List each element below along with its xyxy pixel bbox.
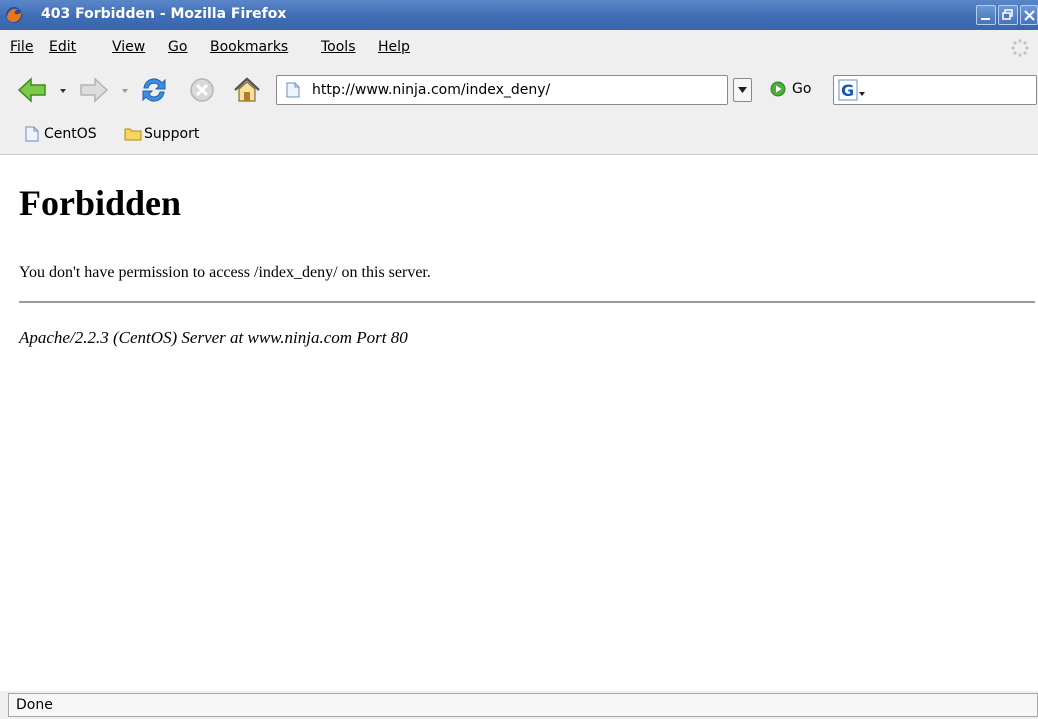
menu-file[interactable]: File [10, 39, 33, 55]
window-title: 403 Forbidden - Mozilla Firefox [41, 6, 287, 22]
status-bar: Done [0, 691, 1038, 719]
menu-help[interactable]: Help [378, 39, 410, 55]
status-text: Done [16, 697, 53, 713]
navigation-toolbar: http://www.ninja.com/index_deny/ Go G [0, 66, 1038, 114]
page-content: Forbidden You don't have permission to a… [0, 155, 1038, 691]
bookmarks-toolbar: CentOS Support [0, 114, 1038, 155]
firefox-logo-icon [6, 7, 22, 23]
minimize-icon [981, 18, 990, 20]
stop-icon[interactable] [186, 74, 218, 106]
divider [19, 301, 1035, 303]
menu-go[interactable]: Go [168, 39, 187, 55]
close-button[interactable] [1020, 5, 1038, 25]
page-heading: Forbidden [19, 183, 182, 223]
chevron-down-icon [738, 87, 747, 93]
title-bar: 403 Forbidden - Mozilla Firefox [0, 0, 1038, 30]
home-icon[interactable] [231, 74, 263, 106]
page-icon [25, 126, 39, 142]
menu-bar: File Edit View Go Bookmarks Tools Help [0, 30, 1038, 66]
folder-icon [124, 128, 142, 141]
svg-text:G: G [841, 81, 854, 100]
menu-bookmarks[interactable]: Bookmarks [210, 39, 288, 55]
minimize-button[interactable] [976, 5, 996, 25]
url-history-dropdown[interactable] [733, 78, 752, 102]
server-signature: Apache/2.2.3 (CentOS) Server at www.ninj… [19, 328, 408, 347]
status-panel: Done [8, 693, 1038, 717]
forward-dropdown-icon[interactable] [122, 88, 128, 94]
menu-view[interactable]: View [112, 39, 145, 55]
url-bar[interactable]: http://www.ninja.com/index_deny/ [276, 75, 728, 105]
back-dropdown-icon[interactable] [60, 88, 66, 94]
menu-edit[interactable]: Edit [49, 39, 76, 55]
reload-icon[interactable] [138, 74, 170, 106]
go-arrow-icon [770, 81, 786, 97]
search-input[interactable]: G [833, 75, 1037, 105]
url-text: http://www.ninja.com/index_deny/ [312, 82, 551, 98]
error-message: You don't have permission to access /ind… [19, 264, 431, 281]
page-icon [286, 82, 300, 98]
google-search-icon[interactable]: G [838, 79, 866, 101]
menu-tools[interactable]: Tools [321, 39, 356, 55]
back-arrow-icon[interactable] [16, 74, 48, 106]
close-icon [1024, 10, 1035, 21]
restore-icon [1002, 9, 1013, 20]
maximize-button[interactable] [998, 5, 1018, 25]
forward-arrow-icon[interactable] [78, 74, 110, 106]
throbber-icon [1011, 39, 1029, 57]
